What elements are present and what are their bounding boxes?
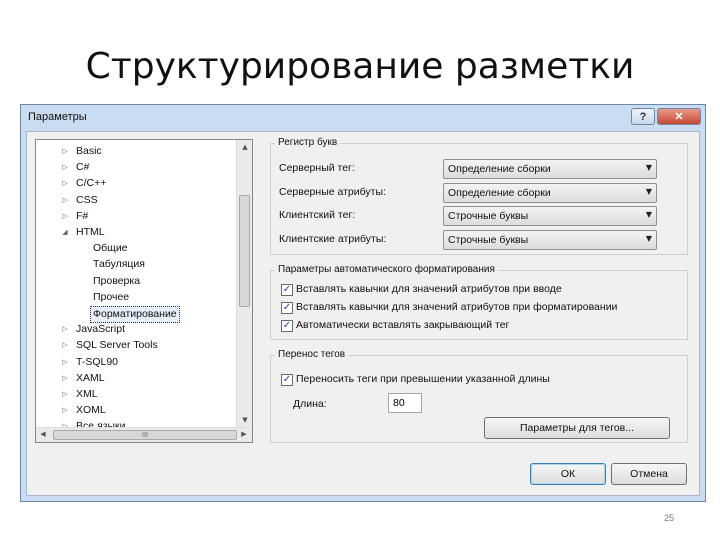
- tree-item-label: Basic: [76, 145, 102, 157]
- chevron-down-icon: ▼: [645, 234, 652, 243]
- dialog-titlebar: Параметры ? ✕: [21, 105, 705, 131]
- chevron-down-icon: ▼: [645, 187, 652, 196]
- quote-on-format-checkbox[interactable]: ✓: [281, 302, 293, 314]
- tree-list: ▷ Basic ▷ C# ▷ C/C++ ▷ CSS ▷ F# ◢ HTML Общие Табуляци…: [36, 140, 238, 428]
- expand-arrow-icon[interactable]: ▷: [60, 387, 70, 402]
- tree-item-label: F#: [76, 209, 89, 222]
- tree-item[interactable]: ▷ XOML: [36, 403, 236, 418]
- client-attributes-value: Строчные буквы: [448, 234, 529, 246]
- server-tag-value: Определение сборки: [448, 163, 551, 175]
- tree-item[interactable]: Проверка: [36, 274, 236, 289]
- options-dialog: Параметры ? ✕ ▷ Basic ▷ C# ▷ C/C++ ▷ CSS ▷ F# ◢ HTM…: [20, 104, 706, 502]
- scroll-up-icon[interactable]: ▲: [237, 140, 252, 155]
- help-button[interactable]: ?: [631, 108, 655, 125]
- chevron-down-icon: ▼: [645, 210, 652, 219]
- scroll-left-icon[interactable]: ◀: [36, 428, 50, 441]
- tree-item[interactable]: ▷ XML: [36, 387, 236, 402]
- tree-item-label: C/C++: [76, 177, 107, 190]
- server-attributes-label: Серверные атрибуты:: [279, 186, 386, 198]
- server-tag-label: Серверный тег:: [279, 162, 355, 174]
- expand-arrow-icon[interactable]: ▷: [60, 193, 70, 208]
- tree-item-label: JavaScript: [76, 323, 126, 336]
- case-group: Регистр букв Серверный тег: Определение …: [270, 137, 688, 255]
- auto-close-tag-label: Автоматически вставлять закрывающий тег: [296, 319, 510, 331]
- tree-horizontal-scrollbar[interactable]: ◀ III ▶: [36, 427, 252, 442]
- case-group-title: Регистр букв: [275, 137, 341, 148]
- tree-item-label: Форматирование: [90, 306, 180, 323]
- scroll-down-icon[interactable]: ▼: [237, 413, 252, 428]
- client-tag-value: Строчные буквы: [448, 210, 529, 222]
- expand-arrow-icon[interactable]: ▷: [60, 144, 70, 159]
- server-attributes-select[interactable]: Определение сборки ▼: [443, 183, 657, 203]
- tag-wrap-group: Перенос тегов ✓ Переносить теги при прев…: [270, 349, 688, 443]
- tree-vertical-scrollbar[interactable]: ▲ ▼: [236, 140, 252, 428]
- dialog-title: Параметры: [28, 111, 87, 123]
- tree-item[interactable]: ▷ C#: [36, 160, 236, 175]
- tree-item-label: CSS: [76, 193, 98, 206]
- tree-item[interactable]: ▷ C/C++: [36, 176, 236, 191]
- expand-arrow-icon[interactable]: ▷: [60, 403, 70, 418]
- tree-item[interactable]: ▷ CSS: [36, 193, 236, 208]
- autoformat-group-title: Параметры автоматического форматирования: [275, 264, 498, 275]
- tree-item-label: XML: [76, 388, 98, 400]
- tree-item[interactable]: ◢ HTML: [36, 225, 236, 240]
- length-label: Длина:: [293, 398, 327, 410]
- horizontal-scroll-thumb[interactable]: III: [53, 430, 237, 440]
- tree-item-label: T-SQL90: [76, 355, 119, 368]
- cancel-button[interactable]: Отмена: [611, 463, 687, 485]
- chevron-down-icon: ▼: [645, 163, 652, 172]
- tree-item[interactable]: ▷ Basic: [36, 144, 236, 159]
- tree-item[interactable]: Форматирование: [36, 306, 236, 323]
- tree-item-label: HTML: [76, 226, 105, 238]
- expanded-arrow-icon[interactable]: ◢: [60, 225, 70, 240]
- expand-arrow-icon[interactable]: ▷: [60, 176, 70, 191]
- tag-parameters-button[interactable]: Параметры для тегов...: [484, 417, 670, 439]
- expand-arrow-icon[interactable]: ▷: [60, 209, 70, 224]
- auto-close-tag-checkbox[interactable]: ✓: [281, 320, 293, 332]
- tree-item-label: Прочее: [93, 290, 130, 303]
- expand-arrow-icon[interactable]: ▷: [60, 160, 70, 175]
- slide-title: Структурирование разметки: [85, 46, 635, 87]
- dialog-client-area: ▷ Basic ▷ C# ▷ C/C++ ▷ CSS ▷ F# ◢ HTML Общие Табуляци…: [26, 131, 700, 496]
- scroll-right-icon[interactable]: ▶: [237, 428, 251, 441]
- options-tree: ▷ Basic ▷ C# ▷ C/C++ ▷ CSS ▷ F# ◢ HTML Общие Табуляци…: [35, 139, 253, 443]
- client-tag-label: Клиентский тег:: [279, 209, 356, 221]
- tree-item[interactable]: ▷ SQL Server Tools: [36, 338, 236, 353]
- tree-item-label: Общие: [93, 242, 128, 255]
- wrap-tags-label: Переносить теги при превышении указанной…: [296, 373, 550, 385]
- client-attributes-select[interactable]: Строчные буквы ▼: [443, 230, 657, 250]
- client-attributes-label: Клиентские атрибуты:: [279, 233, 387, 245]
- expand-arrow-icon[interactable]: ▷: [60, 371, 70, 386]
- tree-item[interactable]: Прочее: [36, 290, 236, 305]
- tree-item-label: XOML: [76, 404, 106, 417]
- tree-item[interactable]: ▷ F#: [36, 209, 236, 224]
- server-attributes-value: Определение сборки: [448, 187, 551, 199]
- expand-arrow-icon[interactable]: ▷: [60, 322, 70, 337]
- ok-button[interactable]: ОК: [530, 463, 606, 485]
- tree-item[interactable]: Общие: [36, 241, 236, 256]
- server-tag-select[interactable]: Определение сборки ▼: [443, 159, 657, 179]
- quote-on-type-checkbox[interactable]: ✓: [281, 284, 293, 296]
- tree-item-label: SQL Server Tools: [76, 339, 158, 352]
- tree-item[interactable]: ▷ T-SQL90: [36, 355, 236, 370]
- autoformat-group: Параметры автоматического форматирования…: [270, 264, 688, 340]
- close-button[interactable]: ✕: [657, 108, 701, 125]
- expand-arrow-icon[interactable]: ▷: [60, 355, 70, 370]
- tree-item-label: C#: [76, 161, 90, 174]
- client-tag-select[interactable]: Строчные буквы ▼: [443, 206, 657, 226]
- quote-on-format-label: Вставлять кавычки для значений атрибутов…: [296, 301, 618, 313]
- expand-arrow-icon[interactable]: ▷: [60, 338, 70, 353]
- tree-item[interactable]: ▷ XAML: [36, 371, 236, 386]
- tag-wrap-group-title: Перенос тегов: [275, 349, 349, 360]
- tree-item-label: Проверка: [93, 274, 141, 287]
- tree-item-label: XAML: [76, 371, 105, 384]
- quote-on-type-label: Вставлять кавычки для значений атрибутов…: [296, 283, 562, 295]
- tree-item[interactable]: ▷ JavaScript: [36, 322, 236, 337]
- tree-item-label: Табуляция: [93, 258, 145, 271]
- tree-item[interactable]: Табуляция: [36, 257, 236, 272]
- length-input[interactable]: 80: [388, 393, 422, 413]
- wrap-tags-checkbox[interactable]: ✓: [281, 374, 293, 386]
- page-number: 25: [664, 513, 675, 523]
- vertical-scroll-thumb[interactable]: [239, 195, 250, 307]
